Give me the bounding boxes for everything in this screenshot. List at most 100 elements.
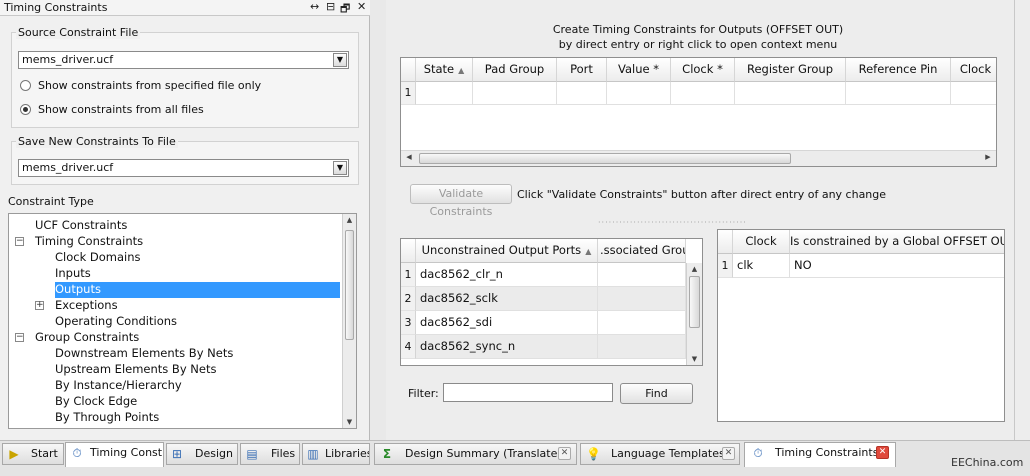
scroll-down-icon[interactable]: ▼ [687,353,702,365]
col-header-output-ports[interactable]: Unconstrained Output Ports ▲ [416,239,598,263]
chevron-down-icon[interactable]: ▼ [333,161,347,175]
tab-files[interactable]: ▤ Files [240,443,300,465]
row-number: 4 [401,335,416,359]
tab-design[interactable]: ⊞ Design [166,443,238,465]
col-header-register-group[interactable]: Register Group [735,58,846,82]
scroll-left-icon[interactable]: ◀ [403,151,415,166]
libraries-icon: ▥ [307,447,319,461]
row-number: 1 [718,254,733,278]
tab-language-templates[interactable]: 💡 Language Templates ✕ [580,443,740,465]
scroll-down-icon[interactable]: ▼ [343,416,356,428]
tree-item[interactable]: Upstream Elements By Nets [55,362,218,378]
associated-group-cell[interactable] [598,287,686,311]
tree-item[interactable]: By Through Points [55,410,161,426]
cell-reference-pin[interactable] [846,82,951,105]
tree-item[interactable]: Clock Domains [55,250,143,266]
col-header-port[interactable]: Port [557,58,607,82]
editor-edge [1014,0,1015,440]
scroll-thumb[interactable] [345,230,354,340]
col-header-global-offset[interactable]: Is constrained by a Global OFFSET OUT [790,230,1004,254]
minimize-icon[interactable]: ⊟ [326,0,335,13]
cell-value[interactable] [607,82,671,105]
tree-item[interactable]: By Clock Edge [55,394,139,410]
clock-offset-table: Clock Is constrained by a Global OFFSET … [717,229,1005,422]
files-icon: ▤ [246,447,258,461]
tab-timing-constraints-panel[interactable]: ⏱ Timing Const... [65,442,164,467]
tree-item[interactable]: By Instance/Hierarchy [55,378,184,394]
find-button[interactable]: Find [620,383,693,404]
collapse-icon[interactable]: − [15,237,24,246]
col-header-reference-pin[interactable]: Reference Pin [846,58,951,82]
cell-is-constrained[interactable]: NO [790,254,1004,278]
scroll-up-icon[interactable]: ▲ [687,263,702,275]
col-header-clock-2[interactable]: Clock [951,58,996,82]
table-hscrollbar[interactable]: ◀ ▶ [401,150,996,166]
save-file-value: mems_driver.ucf [22,161,114,174]
col-header-pad-group[interactable]: Pad Group [473,58,557,82]
tree-item[interactable]: Operating Conditions [55,314,179,330]
cell-clock[interactable]: clk [733,254,790,278]
tree-item[interactable]: Downstream Elements By Nets [55,346,235,362]
editor-heading: Create Timing Constraints for Outputs (O… [386,22,1010,52]
hscroll-thumb[interactable] [419,153,791,164]
close-icon[interactable]: ✕ [357,0,366,13]
timing-constraints-panel: Timing Constraints ↔ ⊟ 🗗 ✕ Source Constr… [0,0,370,440]
port-name-cell[interactable]: dac8562_sdi [416,311,598,335]
expand-icon[interactable]: + [35,301,44,310]
col-header-associated-group[interactable]: .ssociated Grou [598,239,686,263]
validate-constraints-button[interactable]: Validate Constraints [410,184,512,218]
panel-title-bar: Timing Constraints ↔ ⊟ 🗗 ✕ [0,0,370,16]
offset-out-table: State ▲ Pad Group Port Value * Clock * Re… [400,57,997,167]
resize-icon[interactable]: ↔ [310,0,319,13]
port-name-cell[interactable]: dac8562_sync_n [416,335,598,359]
col-header-value[interactable]: Value * [607,58,671,82]
cell-port[interactable] [557,82,607,105]
main-editor: Create Timing Constraints for Outputs (O… [386,0,1030,440]
chevron-down-icon[interactable]: ▼ [333,53,347,67]
filter-input[interactable] [443,383,613,402]
tree-item[interactable]: Timing Constraints [35,234,145,250]
close-icon[interactable]: ✕ [876,446,889,459]
tree-item[interactable]: Inputs [55,266,93,282]
cell-pad-group[interactable] [473,82,557,105]
associated-group-cell[interactable] [598,335,686,359]
ports-scrollbar[interactable]: ▲ ▼ [686,263,702,365]
close-icon[interactable]: ✕ [558,447,571,460]
port-name-cell[interactable]: dac8562_clr_n [416,263,598,287]
tree-item[interactable]: Exceptions [55,298,120,314]
radio-specified-file[interactable] [20,80,31,91]
cell-register-group[interactable] [735,82,846,105]
corner-header [401,58,416,82]
scroll-up-icon[interactable]: ▲ [343,214,356,226]
cell-state[interactable] [416,82,473,105]
tab-start[interactable]: ▶ Start [2,443,64,465]
tree-item[interactable]: UCF Constraints [35,218,129,234]
cell-clock[interactable] [671,82,735,105]
scroll-thumb[interactable] [689,276,700,328]
associated-group-cell[interactable] [598,263,686,287]
collapse-icon[interactable]: − [15,333,24,342]
cell-clock-2[interactable] [951,82,996,105]
associated-group-cell[interactable] [598,311,686,335]
col-header-clock[interactable]: Clock * [671,58,735,82]
tree-scrollbar[interactable]: ▲ ▼ [342,214,356,428]
float-icon[interactable]: 🗗 [340,0,350,19]
radio-specified-label: Show constraints from specified file onl… [38,79,262,92]
radio-all-label: Show constraints from all files [38,103,204,116]
tree-item[interactable]: Group Constraints [35,330,141,346]
col-header-clock[interactable]: Clock [733,230,790,254]
timing-icon: ⏱ [72,446,82,460]
port-name-cell[interactable]: dac8562_sclk [416,287,598,311]
scroll-right-icon[interactable]: ▶ [982,151,994,166]
tab-libraries[interactable]: ▥ Libraries [302,443,370,465]
col-header-state[interactable]: State ▲ [416,58,473,82]
close-icon[interactable]: ✕ [722,447,735,460]
panel-title: Timing Constraints [4,1,108,14]
radio-all-files[interactable] [20,104,31,115]
tree-item[interactable]: Outputs [55,282,340,298]
splitter-handle[interactable]: ········································… [598,218,747,227]
tab-timing-constraints-editor[interactable]: ⏱ Timing Constraints ✕ [744,442,896,467]
save-file-combo[interactable]: mems_driver.ucf ▼ [18,159,349,177]
tab-design-summary[interactable]: Σ Design Summary (Translated) ✕ [374,443,577,465]
source-file-combo[interactable]: mems_driver.ucf ▼ [18,51,349,69]
